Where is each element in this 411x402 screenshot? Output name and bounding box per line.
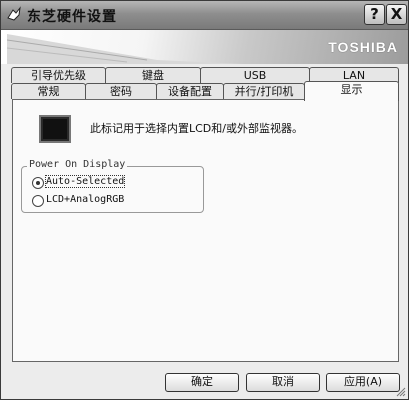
radio-auto-selected[interactable] (32, 177, 44, 189)
tab-general[interactable]: 常规 (11, 83, 86, 99)
option-label-auto-selected[interactable]: Auto-Selected (44, 175, 126, 188)
tab-password[interactable]: 密码 (85, 83, 157, 99)
close-button[interactable]: X (386, 4, 407, 25)
title-bar[interactable]: 东芝硬件设置 ? X (1, 1, 408, 30)
power-on-display-group: Power On Display Auto-Selected LCD+Analo… (21, 159, 204, 213)
group-label: Power On Display (27, 159, 128, 170)
laptop-graphic-icon (7, 34, 242, 64)
tab-usb[interactable]: USB (200, 67, 310, 83)
monitor-icon (39, 115, 71, 143)
tab-device-config[interactable]: 设备配置 (156, 83, 224, 99)
window-title: 东芝硬件设置 (27, 9, 117, 25)
tab-keyboard[interactable]: 键盘 (105, 67, 201, 83)
option-label-lcd-analogrgb[interactable]: LCD+AnalogRGB (46, 194, 124, 205)
panel-description: 此标记用于选择内置LCD和/或外部监视器。 (90, 122, 303, 135)
ok-button[interactable]: 确定 (165, 373, 239, 392)
tab-display[interactable]: 显示 (304, 81, 399, 101)
tab-boot-priority[interactable]: 引导优先级 (11, 67, 106, 83)
help-button[interactable]: ? (364, 4, 385, 25)
apply-button[interactable]: 应用(A) (326, 373, 400, 392)
header-banner: TOSHIBA (1, 30, 408, 64)
radio-lcd-analogrgb[interactable] (32, 195, 44, 207)
resize-grip-icon[interactable] (396, 387, 406, 397)
hardware-setup-window: 东芝硬件设置 ? X TOSHIBA 引导优先级 键盘 USB LAN 常规 密… (0, 0, 409, 400)
cancel-button[interactable]: 取消 (246, 373, 320, 392)
tab-parallel-printer[interactable]: 并行/打印机 (223, 83, 305, 99)
display-panel: 此标记用于选择内置LCD和/或外部监视器。 Power On Display A… (12, 99, 399, 362)
brand-logo: TOSHIBA (328, 39, 398, 55)
toshiba-setup-icon (7, 6, 21, 21)
